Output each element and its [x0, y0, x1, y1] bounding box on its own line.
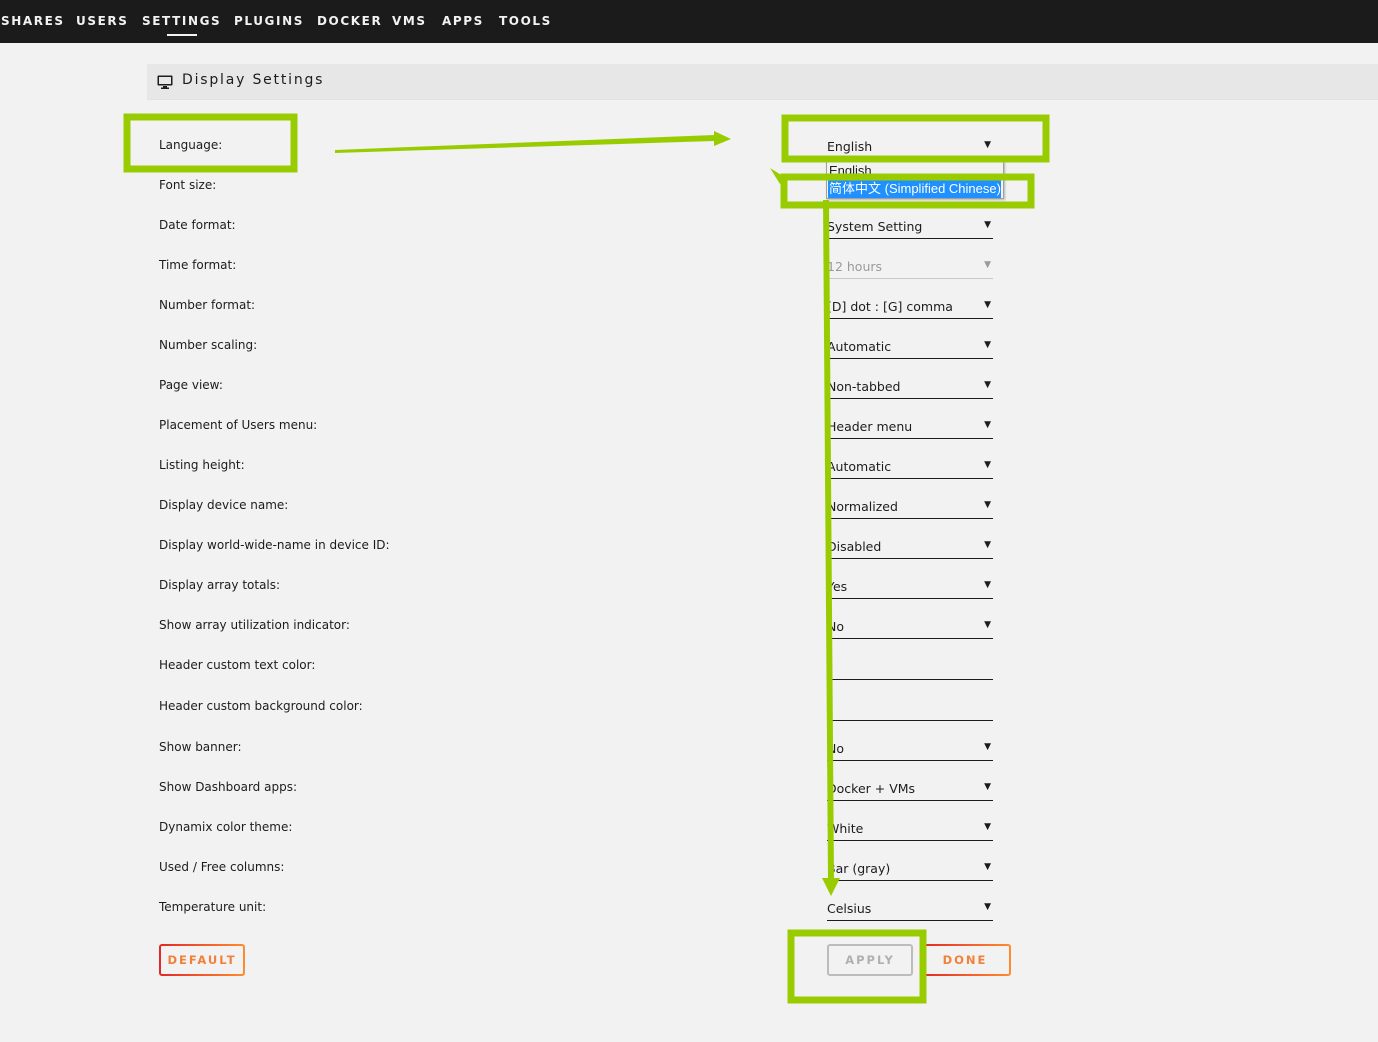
label-language: Language:: [159, 138, 223, 152]
label-listing-height: Listing height:: [159, 458, 245, 472]
label-number-scaling: Number scaling:: [159, 338, 258, 352]
section-title: Display Settings: [182, 72, 325, 88]
time-format-select: 12 hours ▼: [827, 255, 993, 279]
chevron-down-icon: ▼: [984, 460, 991, 470]
label-time-format: Time format:: [159, 258, 237, 272]
utilization-indicator-select[interactable]: No ▼: [827, 615, 993, 639]
chevron-down-icon: ▼: [984, 742, 991, 752]
label-page-view: Page view:: [159, 378, 223, 392]
number-format-select[interactable]: [D] dot : [G] comma ▼: [827, 295, 993, 319]
label-users-menu-placement: Placement of Users menu:: [159, 418, 318, 432]
default-button[interactable]: DEFAULT: [159, 944, 245, 976]
date-format-select[interactable]: System Setting ▼: [827, 215, 993, 239]
arrow-head-language: [714, 131, 731, 146]
chevron-down-icon: ▼: [984, 902, 991, 912]
nav-users[interactable]: USERS: [76, 14, 128, 34]
top-navigation: SHARES USERS SETTINGS PLUGINS DOCKER VMS…: [0, 0, 1378, 43]
number-scaling-select[interactable]: Automatic ▼: [827, 335, 993, 359]
label-color-theme: Dynamix color theme:: [159, 820, 293, 834]
apply-button[interactable]: APPLY: [827, 944, 913, 976]
monitor-icon: [157, 74, 173, 89]
chevron-down-icon: ▼: [984, 380, 991, 390]
chevron-down-icon: ▼: [984, 500, 991, 510]
label-temperature-unit: Temperature unit:: [159, 900, 267, 914]
label-header-text-color: Header custom text color:: [159, 658, 316, 672]
label-dashboard-apps: Show Dashboard apps:: [159, 780, 297, 794]
chevron-down-icon: ▼: [984, 300, 991, 310]
header-background-color-input[interactable]: [827, 697, 993, 721]
nav-docker[interactable]: DOCKER: [317, 14, 382, 34]
users-menu-placement-select[interactable]: Header menu ▼: [827, 415, 993, 439]
used-free-columns-select[interactable]: Bar (gray) ▼: [827, 857, 993, 881]
dropdown-option-english[interactable]: English: [828, 162, 872, 180]
label-font-size: Font size:: [159, 178, 217, 192]
arrow-head-dropdown: [770, 168, 786, 184]
language-dropdown-list: English 简体中文 (Simplified Chinese): [826, 161, 1004, 199]
temperature-unit-select[interactable]: Celsius ▼: [827, 897, 993, 921]
header-text-color-input[interactable]: [827, 656, 993, 680]
label-number-format: Number format:: [159, 298, 256, 312]
section-header: Display Settings: [147, 64, 1378, 100]
dashboard-apps-select[interactable]: Docker + VMs ▼: [827, 777, 993, 801]
label-used-free-columns: Used / Free columns:: [159, 860, 285, 874]
listing-height-select[interactable]: Automatic ▼: [827, 455, 993, 479]
chevron-down-icon: ▼: [984, 620, 991, 630]
chevron-down-icon: ▼: [984, 340, 991, 350]
chevron-down-icon: ▼: [984, 140, 991, 150]
arrow-line-language: [335, 135, 714, 153]
color-theme-select[interactable]: White ▼: [827, 817, 993, 841]
device-name-select[interactable]: Normalized ▼: [827, 495, 993, 519]
label-show-banner: Show banner:: [159, 740, 242, 754]
chevron-down-icon: ▼: [984, 822, 991, 832]
nav-settings[interactable]: SETTINGS: [142, 14, 221, 36]
label-header-background-color: Header custom background color:: [159, 699, 363, 713]
show-banner-select[interactable]: No ▼: [827, 737, 993, 761]
label-wwn-device-id: Display world-wide-name in device ID:: [159, 538, 390, 552]
nav-shares[interactable]: SHARES: [1, 14, 65, 34]
chevron-down-icon: ▼: [984, 782, 991, 792]
language-select[interactable]: English ▼: [827, 135, 993, 159]
annotation-overlay: [123, 113, 1050, 1004]
label-utilization-indicator: Show array utilization indicator:: [159, 618, 350, 632]
wwn-device-id-select[interactable]: Disabled ▼: [827, 535, 993, 559]
dropdown-option-simplified-chinese[interactable]: 简体中文 (Simplified Chinese): [828, 180, 1001, 198]
label-array-totals: Display array totals:: [159, 578, 281, 592]
chevron-down-icon: ▼: [984, 580, 991, 590]
chevron-down-icon: ▼: [984, 540, 991, 550]
nav-tools[interactable]: TOOLS: [499, 14, 552, 34]
chevron-down-icon: ▼: [984, 260, 991, 270]
chevron-down-icon: ▼: [984, 220, 991, 230]
nav-apps[interactable]: APPS: [442, 14, 484, 34]
chevron-down-icon: ▼: [984, 420, 991, 430]
nav-plugins[interactable]: PLUGINS: [234, 14, 304, 34]
label-date-format: Date format:: [159, 218, 236, 232]
nav-vms[interactable]: VMS: [392, 14, 427, 34]
chevron-down-icon: ▼: [984, 862, 991, 872]
page-view-select[interactable]: Non-tabbed ▼: [827, 375, 993, 399]
label-device-name: Display device name:: [159, 498, 289, 512]
done-button[interactable]: DONE: [921, 944, 1011, 976]
array-totals-select[interactable]: Yes ▼: [827, 575, 993, 599]
